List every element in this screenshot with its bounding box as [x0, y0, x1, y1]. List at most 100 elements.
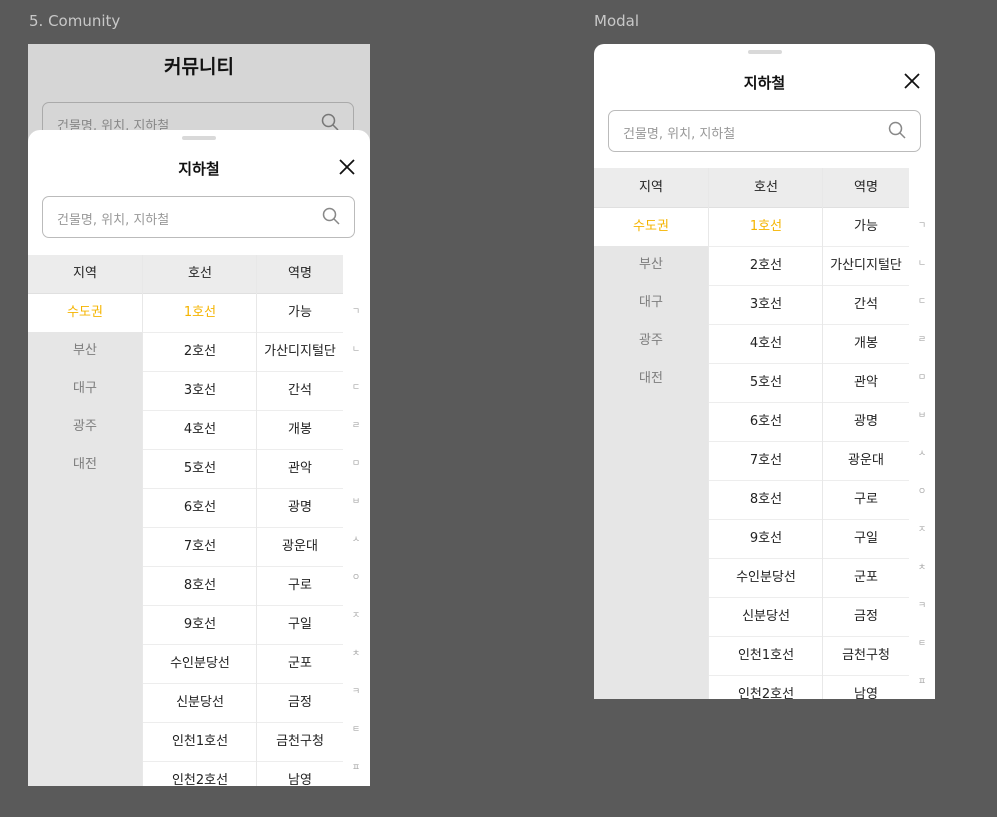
line-item[interactable]: 신분당선	[143, 684, 257, 723]
line-item[interactable]: 7호선	[709, 442, 823, 481]
line-item[interactable]: 8호선	[143, 567, 257, 606]
index-letter[interactable]: ㅍ	[342, 749, 370, 786]
index-letter[interactable]: ㄴ	[908, 245, 935, 283]
index-letter[interactable]: ㅁ	[908, 359, 935, 397]
index-letter[interactable]: ㅌ	[908, 625, 935, 663]
line-item[interactable]: 인천2호선	[709, 676, 823, 699]
region-item[interactable]: 수도권	[594, 208, 708, 246]
index-letter[interactable]: ㄹ	[908, 321, 935, 359]
region-header: 지역	[28, 255, 142, 294]
region-item[interactable]: 대전	[594, 360, 708, 398]
station-item[interactable]: 간석	[823, 286, 909, 325]
line-item[interactable]: 2호선	[709, 247, 823, 286]
index-letter[interactable]: ㄷ	[342, 369, 370, 407]
line-item[interactable]: 3호선	[143, 372, 257, 411]
index-letter[interactable]: ㅅ	[908, 435, 935, 473]
line-item[interactable]: 인천2호선	[143, 762, 257, 786]
index-letter[interactable]: ㄱ	[908, 207, 935, 245]
frame-label: Modal	[594, 12, 639, 30]
station-item[interactable]: 금정	[823, 598, 909, 637]
station-item[interactable]: 가능	[823, 208, 909, 247]
station-item[interactable]: 가능	[257, 294, 343, 333]
region-item[interactable]: 대전	[28, 446, 142, 484]
station-item[interactable]: 광운대	[823, 442, 909, 481]
index-letter[interactable]: ㅋ	[342, 673, 370, 711]
index-letter[interactable]: ㅊ	[908, 549, 935, 587]
station-item[interactable]: 구일	[823, 520, 909, 559]
index-letter[interactable]: ㅈ	[908, 511, 935, 549]
line-item[interactable]: 1호선	[143, 294, 257, 333]
region-item[interactable]: 대구	[28, 370, 142, 408]
station-item[interactable]: 개봉	[257, 411, 343, 450]
line-item[interactable]: 7호선	[143, 528, 257, 567]
search-input[interactable]: 건물명, 위치, 지하철	[42, 196, 355, 238]
index-letter[interactable]: ㅍ	[908, 663, 935, 699]
line-item[interactable]: 인천1호선	[709, 637, 823, 676]
line-item[interactable]: 5호선	[143, 450, 257, 489]
close-icon[interactable]	[338, 158, 356, 176]
index-letter[interactable]: ㄷ	[908, 283, 935, 321]
region-item[interactable]: 대구	[594, 284, 708, 322]
station-item[interactable]: 가산디지털단	[257, 333, 343, 372]
station-item[interactable]: 남영	[823, 676, 909, 699]
region-item[interactable]: 광주	[28, 408, 142, 446]
line-item[interactable]: 8호선	[709, 481, 823, 520]
station-item[interactable]: 개봉	[823, 325, 909, 364]
region-item[interactable]: 광주	[594, 322, 708, 360]
line-item[interactable]: 6호선	[709, 403, 823, 442]
index-letter[interactable]: ㅂ	[342, 483, 370, 521]
index-letter[interactable]: ㅊ	[342, 635, 370, 673]
line-item[interactable]: 9호선	[143, 606, 257, 645]
line-item[interactable]: 수인분당선	[143, 645, 257, 684]
station-item[interactable]: 광명	[257, 489, 343, 528]
station-item[interactable]: 금정	[257, 684, 343, 723]
index-letter[interactable]: ㄴ	[342, 331, 370, 369]
index-letter[interactable]: ㅂ	[908, 397, 935, 435]
station-item[interactable]: 구일	[257, 606, 343, 645]
station-item[interactable]: 군포	[823, 559, 909, 598]
index-scrubber[interactable]: ㄱ ㄴ ㄷ ㄹ ㅁ ㅂ ㅅ ㅇ ㅈ ㅊ ㅋ ㅌ ㅍ ㅎ	[908, 207, 935, 699]
frame-label: 5. Comunity	[29, 12, 121, 30]
close-icon[interactable]	[903, 72, 921, 90]
station-item[interactable]: 관악	[823, 364, 909, 403]
line-item[interactable]: 신분당선	[709, 598, 823, 637]
index-letter[interactable]: ㅇ	[908, 473, 935, 511]
index-letter[interactable]: ㅈ	[342, 597, 370, 635]
line-item[interactable]: 수인분당선	[709, 559, 823, 598]
line-item[interactable]: 4호선	[709, 325, 823, 364]
drag-handle[interactable]	[747, 50, 782, 54]
station-item[interactable]: 간석	[257, 372, 343, 411]
station-item[interactable]: 관악	[257, 450, 343, 489]
region-item[interactable]: 부산	[28, 332, 142, 370]
line-item[interactable]: 5호선	[709, 364, 823, 403]
index-scrubber[interactable]: ㄱ ㄴ ㄷ ㄹ ㅁ ㅂ ㅅ ㅇ ㅈ ㅊ ㅋ ㅌ ㅍ ㅎ	[342, 293, 370, 786]
station-item[interactable]: 남영	[257, 762, 343, 786]
index-letter[interactable]: ㅅ	[342, 521, 370, 559]
station-item[interactable]: 구로	[257, 567, 343, 606]
index-letter[interactable]: ㅇ	[342, 559, 370, 597]
search-input[interactable]: 건물명, 위치, 지하철	[608, 110, 921, 152]
region-item[interactable]: 수도권	[28, 294, 142, 332]
drag-handle[interactable]	[182, 136, 216, 140]
index-letter[interactable]: ㄹ	[342, 407, 370, 445]
station-item[interactable]: 금천구청	[257, 723, 343, 762]
line-item[interactable]: 1호선	[709, 208, 823, 247]
line-item[interactable]: 6호선	[143, 489, 257, 528]
region-item[interactable]: 부산	[594, 246, 708, 284]
line-item[interactable]: 3호선	[709, 286, 823, 325]
station-header: 역명	[257, 255, 343, 294]
index-letter[interactable]: ㄱ	[342, 293, 370, 331]
line-item[interactable]: 4호선	[143, 411, 257, 450]
station-item[interactable]: 군포	[257, 645, 343, 684]
station-item[interactable]: 광명	[823, 403, 909, 442]
index-letter[interactable]: ㅁ	[342, 445, 370, 483]
station-item[interactable]: 가산디지털단	[823, 247, 909, 286]
station-item[interactable]: 금천구청	[823, 637, 909, 676]
line-item[interactable]: 인천1호선	[143, 723, 257, 762]
station-item[interactable]: 구로	[823, 481, 909, 520]
station-item[interactable]: 광운대	[257, 528, 343, 567]
line-item[interactable]: 2호선	[143, 333, 257, 372]
index-letter[interactable]: ㅌ	[342, 711, 370, 749]
index-letter[interactable]: ㅋ	[908, 587, 935, 625]
line-item[interactable]: 9호선	[709, 520, 823, 559]
